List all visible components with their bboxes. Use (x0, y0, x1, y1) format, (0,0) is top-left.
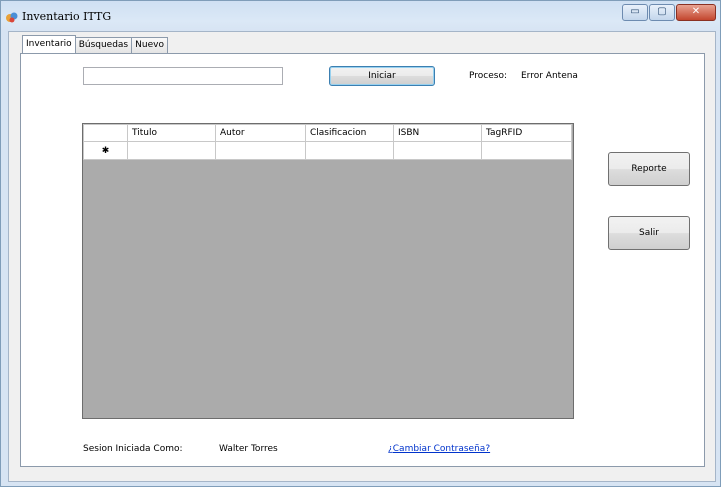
session-user: Walter Torres (219, 444, 278, 454)
grid-header-row: Titulo Autor Clasificacion ISBN TagRFID (83, 124, 572, 142)
reporte-button[interactable]: Reporte (608, 152, 690, 186)
maximize-button[interactable]: ▢ (649, 4, 675, 21)
session-label: Sesion Iniciada Como: (83, 444, 183, 454)
minimize-button[interactable]: ▭ (622, 4, 648, 21)
close-button[interactable]: ✕ (676, 4, 716, 21)
process-status: Error Antena (521, 71, 578, 81)
tab-inventario[interactable]: Inventario (22, 35, 76, 53)
maximize-icon: ▢ (657, 6, 667, 17)
process-label: Proceso: (469, 71, 507, 81)
iniciar-button[interactable]: Iniciar (329, 66, 435, 86)
cell-tagrfid[interactable] (481, 141, 572, 160)
search-input[interactable] (83, 67, 283, 85)
column-header-tagrfid[interactable]: TagRFID (481, 124, 572, 142)
cell-titulo[interactable] (127, 141, 216, 160)
cell-isbn[interactable] (393, 141, 482, 160)
tab-strip: Inventario Búsquedas Nuevo (22, 35, 168, 53)
tab-busquedas[interactable]: Búsquedas (74, 37, 133, 53)
column-header-titulo[interactable]: Titulo (127, 124, 216, 142)
window-title: Inventario ITTG (22, 10, 112, 23)
cell-autor[interactable] (215, 141, 306, 160)
app-icon (6, 12, 18, 23)
column-header-isbn[interactable]: ISBN (393, 124, 482, 142)
new-row-icon[interactable]: ✱ (83, 141, 128, 160)
title-bar[interactable]: Inventario ITTG ▭ ▢ ✕ (1, 1, 720, 31)
window-controls: ▭ ▢ ✕ (621, 4, 716, 21)
inventory-grid[interactable]: Titulo Autor Clasificacion ISBN TagRFID … (82, 123, 574, 419)
change-password-link[interactable]: ¿Cambiar Contraseña? (388, 444, 490, 454)
salir-button[interactable]: Salir (608, 216, 690, 250)
minimize-icon: ▭ (630, 6, 640, 17)
row-header-corner[interactable] (83, 124, 128, 142)
tab-nuevo[interactable]: Nuevo (131, 37, 168, 53)
cell-clasificacion[interactable] (305, 141, 394, 160)
close-icon: ✕ (691, 6, 701, 17)
column-header-clasificacion[interactable]: Clasificacion (305, 124, 394, 142)
table-row[interactable]: ✱ (83, 141, 572, 160)
column-header-autor[interactable]: Autor (215, 124, 306, 142)
